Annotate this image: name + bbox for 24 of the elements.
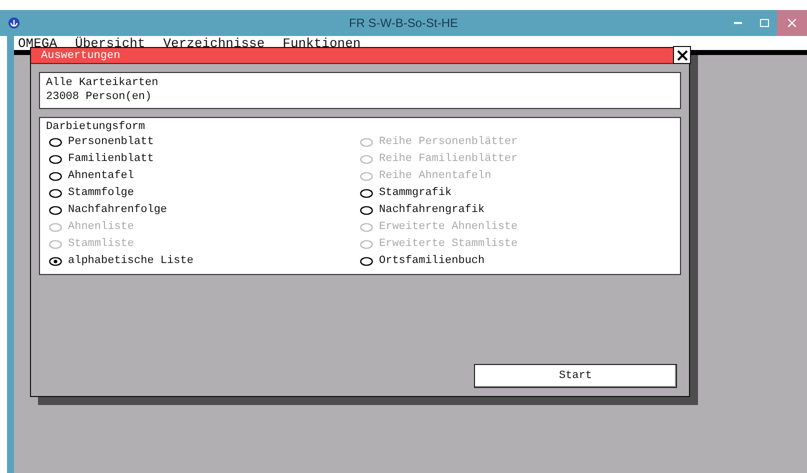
maximize-icon	[760, 19, 768, 27]
menu-item[interactable]: Übersicht	[75, 36, 146, 50]
close-icon	[676, 50, 688, 60]
radio-option[interactable]: alphabetische Liste	[49, 253, 194, 270]
start-button[interactable]: Start	[474, 364, 677, 388]
radio-option[interactable]: Stammfolge	[49, 185, 134, 202]
info-text: Alle Karteikarten	[46, 77, 158, 90]
close-icon	[788, 19, 796, 27]
radio-option[interactable]: Ortsfamilienbuch	[360, 253, 485, 270]
dialog-title: Auswertungen	[41, 50, 120, 62]
radio-option[interactable]: Familienblatt	[49, 151, 154, 168]
radio-option[interactable]: Nachfahrenfolge	[49, 202, 168, 219]
menu-item[interactable]: Verzeichnisse	[163, 36, 265, 50]
radio-option[interactable]: Personenblatt	[49, 134, 154, 151]
radio-option[interactable]: Ahnentafel	[49, 168, 134, 185]
close-button[interactable]	[673, 46, 691, 64]
info-text: 23008 Person(en)	[46, 91, 152, 104]
group-label: Darbietungsform	[46, 121, 146, 134]
menu-item[interactable]: Funktionen	[282, 36, 361, 50]
window-title: FR S-W-B-So-St-HE	[348, 16, 458, 30]
radio-option[interactable]: Nachfahrengrafik	[360, 202, 485, 219]
minimize-icon	[734, 22, 742, 24]
app-icon	[8, 17, 20, 29]
radio-option[interactable]: Stammgrafik	[360, 185, 452, 202]
